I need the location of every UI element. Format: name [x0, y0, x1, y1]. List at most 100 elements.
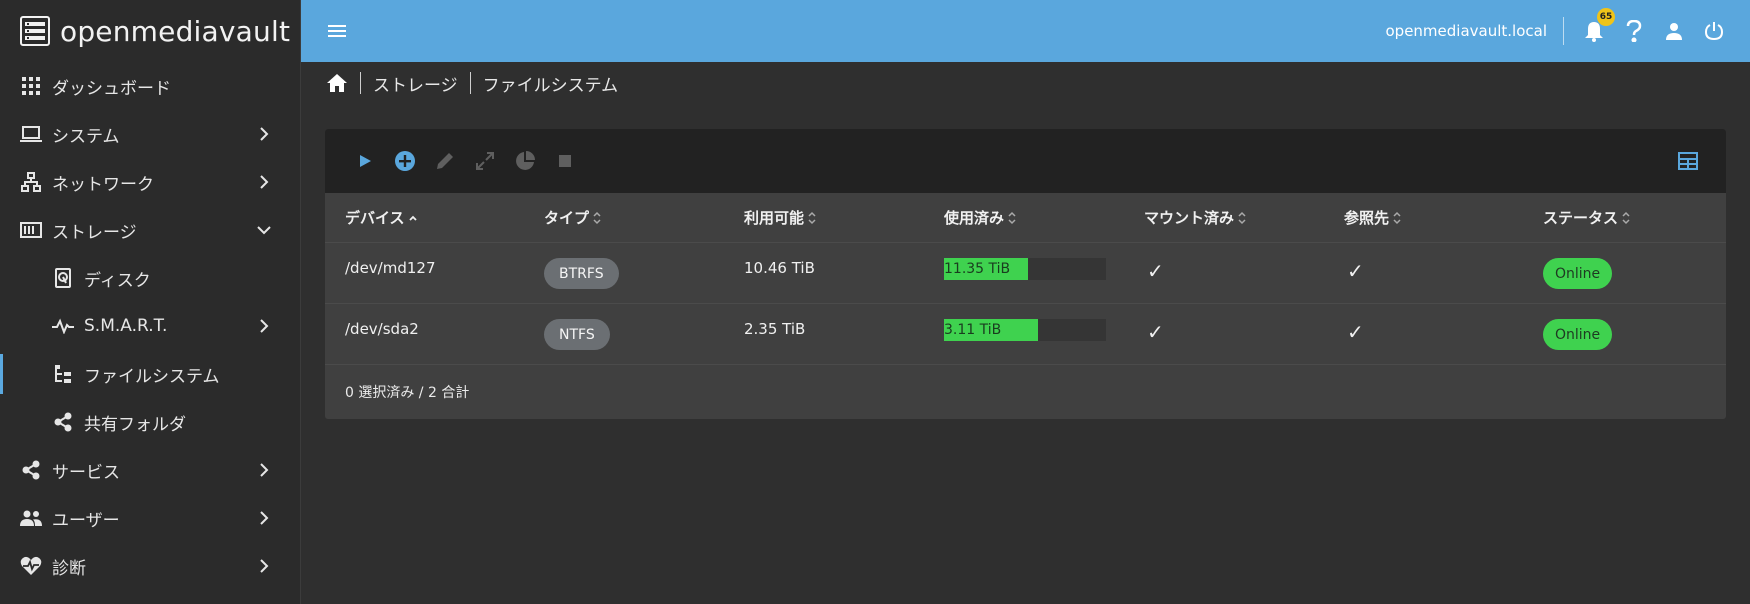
status-cell: Online — [1543, 258, 1613, 289]
usage-bar-label: 11.35 TiB — [944, 261, 1011, 277]
sidebar-item-network[interactable]: ネットワーク — [0, 158, 300, 206]
sort-icon — [1393, 211, 1401, 224]
sidebar: openmediavault ダッシュボード システム ネットワーク ストレージ… — [0, 0, 301, 604]
sort-icon — [808, 211, 816, 224]
column-header-device[interactable]: デバイス — [345, 207, 418, 228]
quota-button[interactable] — [513, 149, 537, 173]
table-footer: 0 選択済み / 2 合計 — [325, 365, 1726, 419]
status-badge: Online — [1543, 258, 1613, 289]
sort-icon — [1238, 211, 1246, 224]
filesystems-table: デバイス タイプ 利用可能 使用済み マウント済み 参照先 ステータス /dev… — [325, 193, 1726, 365]
sidebar-item-filesystems[interactable]: ファイルシステム — [0, 350, 300, 398]
filesystem-type-chip: BTRFS — [544, 258, 619, 289]
expand-icon — [476, 152, 494, 170]
breadcrumb-item-storage[interactable]: ストレージ — [373, 71, 458, 96]
power-button[interactable] — [1702, 19, 1726, 43]
sidebar-item-smart[interactable]: S.M.A.R.T. — [0, 302, 300, 350]
chevron-right-icon — [260, 463, 269, 477]
column-layout-button[interactable] — [1676, 149, 1700, 173]
column-header-label: タイプ — [544, 209, 590, 227]
chevron-down-icon — [257, 226, 271, 235]
edit-button[interactable] — [433, 149, 457, 173]
check-icon: ✓ — [1147, 259, 1164, 283]
pulse-icon — [52, 315, 74, 337]
device-cell: /dev/sda2 — [345, 320, 419, 338]
brand[interactable]: openmediavault — [0, 0, 300, 62]
chevron-right-icon — [260, 319, 269, 333]
chevron-right-icon — [260, 175, 269, 189]
chevron-right-icon — [260, 127, 269, 141]
pie-chart-icon — [516, 151, 535, 170]
sidebar-item-users[interactable]: ユーザー — [0, 494, 300, 542]
column-header-type[interactable]: タイプ — [544, 207, 602, 228]
device-cell: /dev/md127 — [345, 259, 436, 277]
sort-ascending-icon — [408, 215, 417, 221]
unmount-button[interactable] — [553, 149, 577, 173]
column-header-mounted[interactable]: マウント済み — [1144, 207, 1247, 228]
hamburger-menu-icon[interactable] — [325, 19, 349, 43]
dashboard-grid-icon — [20, 75, 42, 97]
column-header-label: デバイス — [345, 209, 405, 227]
sidebar-item-dashboard[interactable]: ダッシュボード — [0, 62, 300, 110]
available-cell: 2.35 TiB — [744, 320, 806, 338]
pencil-icon — [437, 153, 453, 169]
sidebar-item-label: ダッシュボード — [52, 78, 171, 99]
add-circle-icon — [395, 151, 415, 171]
chevron-right-icon — [260, 511, 269, 525]
users-icon — [20, 507, 42, 529]
column-header-used[interactable]: 使用済み — [944, 207, 1017, 228]
table-toolbar — [325, 129, 1726, 193]
sidebar-item-shared-folders[interactable]: 共有フォルダ — [0, 398, 300, 446]
column-header-available[interactable]: 利用可能 — [744, 207, 817, 228]
used-cell: 3.11 TiB — [944, 319, 1106, 341]
breadcrumb-separator — [469, 72, 471, 94]
sidebar-item-label: ファイルシステム — [84, 366, 220, 387]
sort-icon — [1622, 211, 1630, 224]
column-header-label: 利用可能 — [744, 209, 805, 227]
brand-name: openmediavault — [60, 14, 291, 48]
play-icon — [360, 155, 371, 167]
referenced-cell: ✓ — [1347, 259, 1364, 283]
sidebar-item-storage[interactable]: ストレージ — [0, 206, 300, 254]
sidebar-item-label: ディスク — [84, 270, 151, 291]
help-icon — [1626, 20, 1642, 42]
notifications-button[interactable]: 65 — [1582, 8, 1615, 43]
sidebar-item-diagnostics[interactable]: 診断 — [0, 542, 300, 590]
column-header-label: 参照先 — [1344, 209, 1390, 227]
column-header-status[interactable]: ステータス — [1543, 207, 1631, 228]
laptop-icon — [20, 123, 42, 145]
table-view-icon — [1678, 152, 1698, 170]
column-header-referenced[interactable]: 参照先 — [1344, 207, 1402, 228]
table-row[interactable]: /dev/md127 BTRFS 10.46 TiB 11.35 TiB ✓ ✓… — [325, 243, 1726, 304]
disk-icon — [52, 267, 74, 289]
top-bar: openmediavault.local 65 — [301, 0, 1750, 62]
status-badge: Online — [1543, 319, 1613, 350]
filesystem-type-chip: NTFS — [544, 319, 610, 350]
chevron-right-icon — [260, 559, 269, 573]
storage-icon — [20, 219, 42, 241]
sidebar-item-disks[interactable]: ディスク — [0, 254, 300, 302]
breadcrumb-separator — [360, 72, 361, 94]
network-icon — [20, 171, 42, 193]
resize-button[interactable] — [473, 149, 497, 173]
column-header-label: 使用済み — [944, 209, 1005, 227]
help-button[interactable] — [1622, 19, 1646, 43]
heart-pulse-icon — [20, 555, 42, 577]
notification-badge: 65 — [1597, 8, 1615, 26]
user-menu-button[interactable] — [1662, 19, 1686, 43]
check-icon: ✓ — [1347, 320, 1364, 344]
used-cell: 11.35 TiB — [944, 258, 1106, 280]
selection-summary: 0 選択済み / 2 合計 — [345, 385, 470, 401]
sidebar-item-system[interactable]: システム — [0, 110, 300, 158]
column-header-label: ステータス — [1543, 209, 1619, 227]
create-button[interactable] — [393, 149, 417, 173]
status-cell: Online — [1543, 319, 1613, 350]
usage-bar: 3.11 TiB — [944, 319, 1106, 341]
sidebar-item-services[interactable]: サービス — [0, 446, 300, 494]
table-row[interactable]: /dev/sda2 NTFS 2.35 TiB 3.11 TiB ✓ ✓ Onl… — [325, 304, 1726, 365]
available-cell: 10.46 TiB — [744, 259, 815, 277]
mount-button[interactable] — [353, 149, 377, 173]
usage-bar: 11.35 TiB — [944, 258, 1106, 280]
mounted-cell: ✓ — [1147, 320, 1164, 344]
home-icon[interactable] — [326, 73, 348, 93]
